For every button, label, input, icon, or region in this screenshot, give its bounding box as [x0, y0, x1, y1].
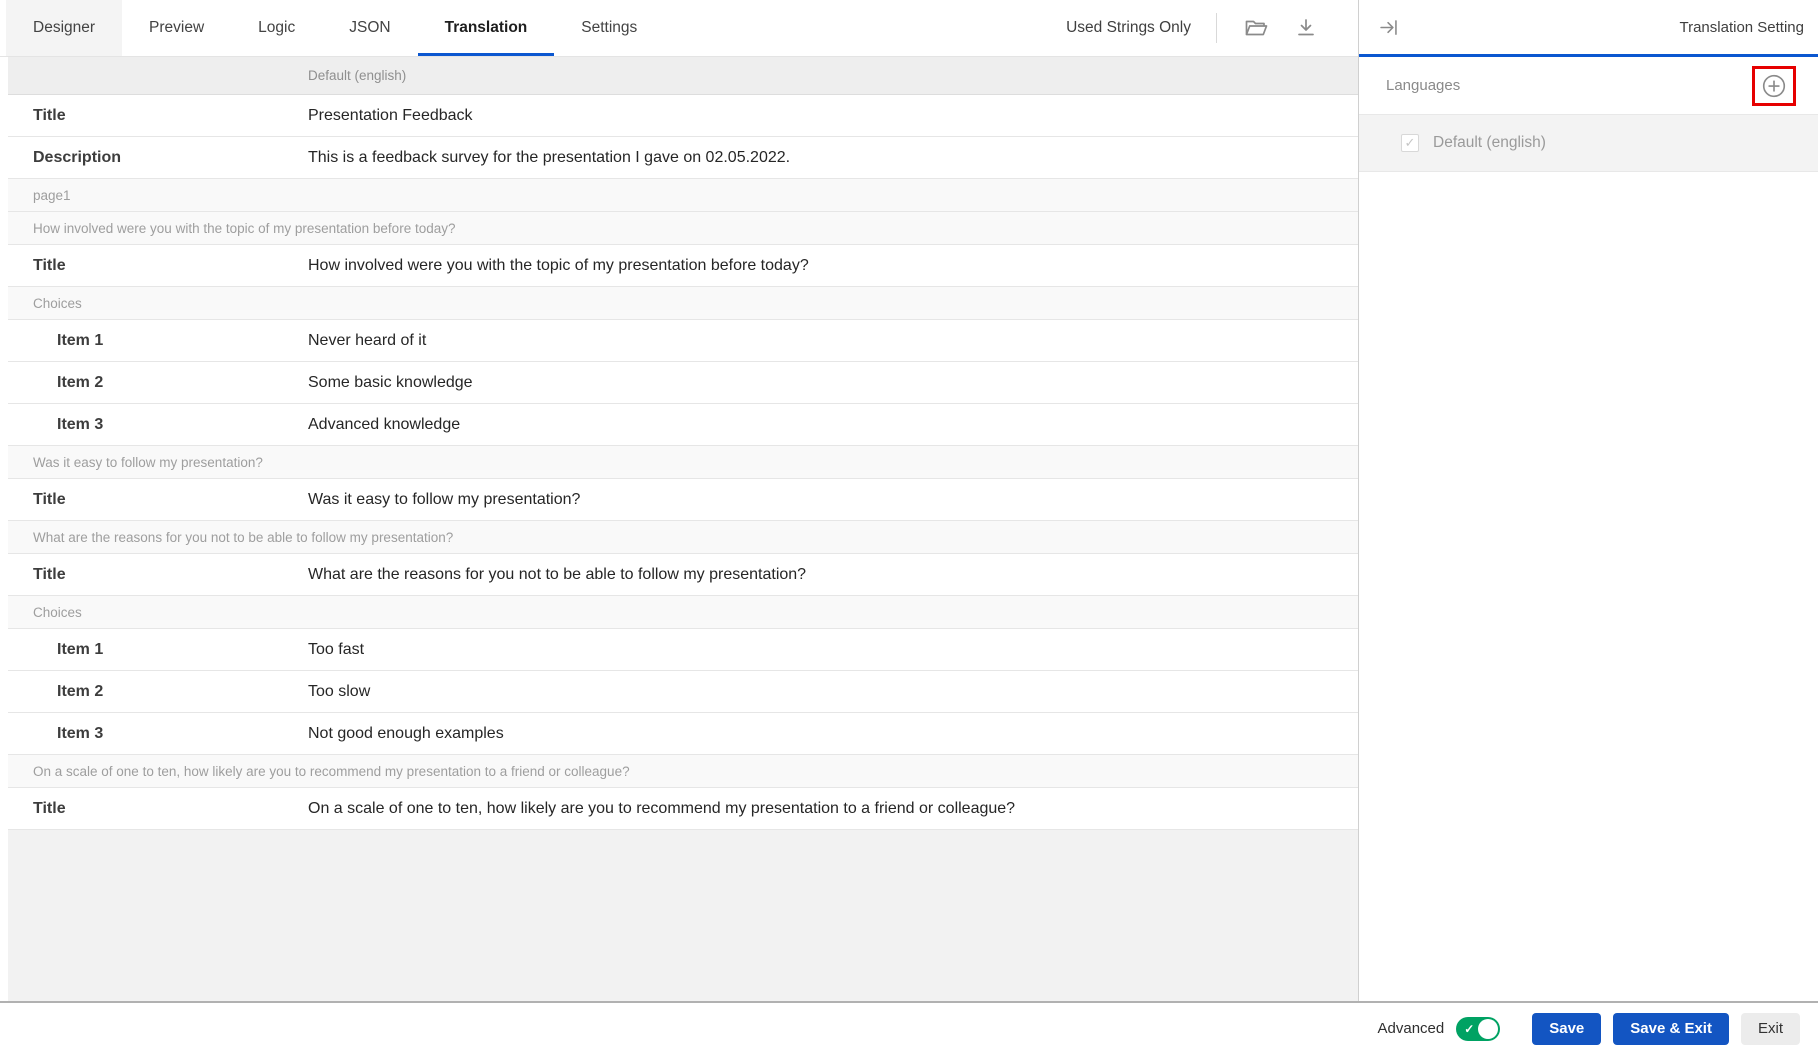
default-language-checkbox[interactable]: ✓ — [1401, 134, 1419, 152]
string-value[interactable]: Too fast — [308, 641, 1358, 659]
translation-main: DesignerPreviewLogicJSONTranslationSetti… — [0, 0, 1358, 1001]
string-label: Item 1 — [8, 332, 308, 350]
string-value[interactable]: Some basic knowledge — [308, 374, 1358, 392]
toolbar-divider — [1216, 13, 1217, 43]
translation-table: Default (english) TitlePresentation Feed… — [8, 57, 1358, 1001]
string-label: Item 2 — [8, 374, 308, 392]
language-column-header: Default (english) — [8, 68, 406, 83]
folder-open-icon[interactable] — [1242, 16, 1269, 40]
translation-string-row: Item 3Advanced knowledge — [8, 404, 1358, 446]
tab-designer[interactable]: Designer — [6, 0, 122, 56]
advanced-toggle[interactable]: ✓ — [1456, 1017, 1500, 1041]
tab-logic[interactable]: Logic — [231, 0, 322, 56]
string-value[interactable]: How involved were you with the topic of … — [308, 257, 1358, 275]
save-and-exit-button[interactable]: Save & Exit — [1613, 1013, 1729, 1045]
translation-toolbar: Used Strings Only — [1066, 0, 1318, 56]
languages-section-header: Languages — [1359, 57, 1818, 115]
string-label: Item 3 — [8, 416, 308, 434]
annotation-highlight-box — [1752, 66, 1796, 106]
language-column-header-row: Default (english) — [8, 57, 1358, 95]
translation-string-row: Item 2Some basic knowledge — [8, 362, 1358, 404]
group-header-row: How involved were you with the topic of … — [8, 212, 1358, 245]
survey-creator-app: DesignerPreviewLogicJSONTranslationSetti… — [0, 0, 1818, 1054]
translation-string-row: DescriptionThis is a feedback survey for… — [8, 137, 1358, 179]
string-value[interactable]: Not good enough examples — [308, 725, 1358, 743]
string-value[interactable]: Too slow — [308, 683, 1358, 701]
panel-header: Translation Setting — [1359, 0, 1818, 57]
toggle-check-icon: ✓ — [1464, 1021, 1474, 1037]
tab-json[interactable]: JSON — [322, 0, 417, 56]
string-value[interactable]: This is a feedback survey for the presen… — [308, 149, 1358, 167]
default-language-label: Default (english) — [1433, 134, 1546, 152]
group-header-row: Choices — [8, 596, 1358, 629]
translation-string-row: Item 1Too fast — [8, 629, 1358, 671]
translation-table-wrapper: Default (english) TitlePresentation Feed… — [0, 57, 1358, 1001]
tab-translation[interactable]: Translation — [418, 0, 555, 56]
string-label: Title — [8, 107, 308, 125]
content-area: DesignerPreviewLogicJSONTranslationSetti… — [0, 0, 1818, 1001]
string-value[interactable]: What are the reasons for you not to be a… — [308, 566, 1358, 584]
translation-settings-panel: Translation Setting Languages ✓ Defau — [1358, 0, 1818, 1001]
string-label: Title — [8, 566, 308, 584]
add-language-plus-icon[interactable] — [1761, 73, 1787, 99]
translation-string-row: TitleWas it easy to follow my presentati… — [8, 479, 1358, 521]
string-value[interactable]: Advanced knowledge — [308, 416, 1358, 434]
string-value[interactable]: On a scale of one to ten, how likely are… — [308, 800, 1358, 818]
group-header-row: page1 — [8, 179, 1358, 212]
default-language-row: ✓ Default (english) — [1359, 115, 1818, 172]
footer-bar: Advanced ✓ Save Save & Exit Exit — [0, 1001, 1818, 1054]
languages-label: Languages — [1386, 77, 1460, 94]
group-header-row: Was it easy to follow my presentation? — [8, 446, 1358, 479]
translation-string-row: TitleWhat are the reasons for you not to… — [8, 554, 1358, 596]
toggle-knob — [1478, 1019, 1498, 1039]
string-label: Title — [8, 257, 308, 275]
tab-preview[interactable]: Preview — [122, 0, 231, 56]
tab-header: DesignerPreviewLogicJSONTranslationSetti… — [0, 0, 1358, 57]
string-value[interactable]: Never heard of it — [308, 332, 1358, 350]
translation-string-row: Item 1Never heard of it — [8, 320, 1358, 362]
string-label: Item 2 — [8, 683, 308, 701]
download-icon[interactable] — [1294, 16, 1318, 40]
string-label: Description — [8, 149, 308, 167]
tab-bar: DesignerPreviewLogicJSONTranslationSetti… — [6, 0, 664, 56]
translation-rows: TitlePresentation FeedbackDescriptionThi… — [8, 95, 1358, 830]
string-label: Item 1 — [8, 641, 308, 659]
translation-string-row: Item 2Too slow — [8, 671, 1358, 713]
translation-string-row: Item 3Not good enough examples — [8, 713, 1358, 755]
translation-string-row: TitleHow involved were you with the topi… — [8, 245, 1358, 287]
panel-title: Translation Setting — [1679, 19, 1804, 36]
translation-string-row: TitleOn a scale of one to ten, how likel… — [8, 788, 1358, 830]
tab-settings[interactable]: Settings — [554, 0, 664, 56]
save-button[interactable]: Save — [1532, 1013, 1601, 1045]
group-header-row: On a scale of one to ten, how likely are… — [8, 755, 1358, 788]
group-header-row: What are the reasons for you not to be a… — [8, 521, 1358, 554]
translation-string-row: TitlePresentation Feedback — [8, 95, 1358, 137]
exit-button[interactable]: Exit — [1741, 1013, 1800, 1045]
string-value[interactable]: Was it easy to follow my presentation? — [308, 491, 1358, 509]
collapse-panel-icon[interactable] — [1378, 17, 1399, 38]
string-value[interactable]: Presentation Feedback — [308, 107, 1358, 125]
used-strings-only-toggle[interactable]: Used Strings Only — [1066, 19, 1191, 37]
advanced-toggle-label: Advanced — [1378, 1020, 1445, 1037]
string-label: Title — [8, 800, 308, 818]
left-gutter — [0, 57, 8, 1001]
group-header-row: Choices — [8, 287, 1358, 320]
string-label: Item 3 — [8, 725, 308, 743]
string-label: Title — [8, 491, 308, 509]
